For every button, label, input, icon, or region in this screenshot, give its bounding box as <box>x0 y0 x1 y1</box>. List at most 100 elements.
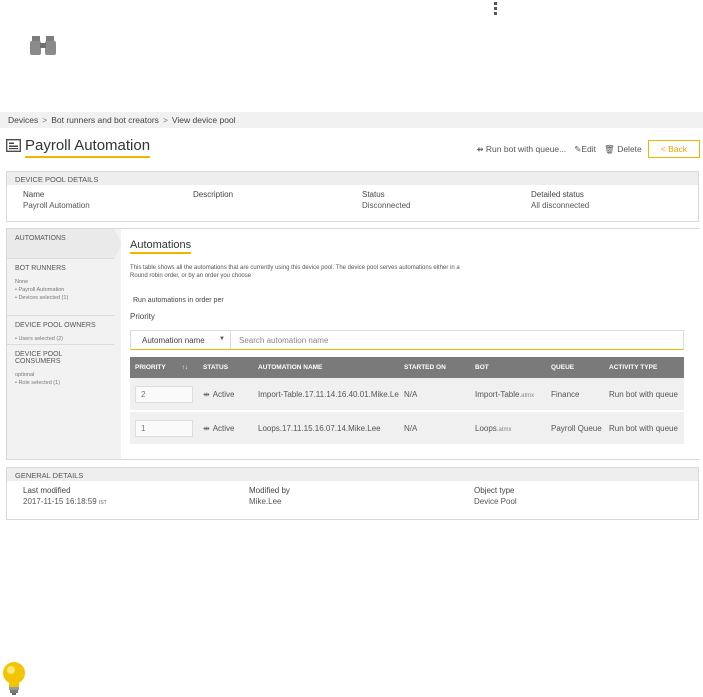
bot-extension: .atmx <box>496 426 512 433</box>
status-text: Active <box>212 423 235 433</box>
field-label: Name <box>23 190 45 199</box>
sidebar: AUTOMATIONS BOT RUNNERS None • Payroll A… <box>7 229 122 459</box>
device-pool-icon <box>6 139 21 152</box>
field-name: Name Payroll Automation <box>23 189 193 211</box>
filter-select-value: Automation name <box>142 335 205 345</box>
toolbar: ⇻ Run bot with queue... ✎Edit 🗑 Delete <… <box>468 140 700 158</box>
breadcrumb-separator: > <box>162 115 168 125</box>
run-bot-with-queue-button[interactable]: ⇻ Run bot with queue... <box>476 144 566 155</box>
breadcrumb-current: View device pool <box>171 115 236 125</box>
automation-name-cell: Import-Table.17.11.14.16.40.01.Mike.Lee <box>258 389 399 399</box>
delete-label: Delete <box>617 143 642 154</box>
breadcrumb-devices[interactable]: Devices <box>8 115 38 125</box>
started-on-cell: N/A <box>404 423 418 433</box>
field-value: Device Pool <box>474 497 517 506</box>
automation-name-cell: Loops.17.11.15.16.07.14.Mike.Lee <box>258 423 381 433</box>
queue-cell: Finance <box>551 389 580 399</box>
timezone-suffix: IST <box>98 500 107 506</box>
lightbulb-icon <box>3 662 25 695</box>
status-text: Active <box>212 389 235 399</box>
bot-cell: Import-Table.atmx <box>470 390 546 399</box>
sidebar-item-bot-runners[interactable]: BOT RUNNERS None • Payroll Automation • … <box>7 259 114 316</box>
field-detailed-status: Detailed status All disconnected <box>531 189 681 211</box>
delete-button[interactable]: 🗑 Delete <box>604 144 642 155</box>
bot-name: Loops <box>475 423 497 433</box>
column-header-status: STATUS <box>203 364 229 371</box>
run-order-label: Run automations in order per <box>133 297 224 304</box>
breadcrumb: Devices > Bot runners and bot creators > Vie… <box>0 112 703 128</box>
bot-name: Import-Table <box>475 389 520 399</box>
title-row: Payroll Automation ⇻ Run bot with queue.… <box>6 137 700 159</box>
edit-label: Edit <box>581 143 597 154</box>
search-input[interactable]: Search automation name <box>231 336 328 345</box>
field-label: Object type <box>474 486 515 495</box>
sidebar-sub-text: • Devices selected (1) <box>15 295 69 301</box>
run-arrow-icon: ⇻ <box>476 143 486 154</box>
field-status: Status Disconnected <box>362 189 531 211</box>
pool-config-section: AUTOMATIONS BOT RUNNERS None • Payroll A… <box>6 228 699 460</box>
field-value: All disconnected <box>531 201 590 210</box>
automations-heading: Automations <box>130 239 192 254</box>
field-label: Modified by <box>249 486 290 495</box>
breadcrumb-bot-runners[interactable]: Bot runners and bot creators <box>51 115 159 125</box>
breadcrumb-separator: > <box>42 115 48 125</box>
field-label: Last modified <box>23 486 71 495</box>
device-pool-details-panel: DEVICE POOL DETAILS Name Payroll Automati… <box>6 171 699 222</box>
activity-type-cell: Run bot with queue <box>609 423 678 433</box>
sidebar-item-automations[interactable]: AUTOMATIONS <box>7 229 122 259</box>
priority-input[interactable]: 2 <box>135 385 193 403</box>
automations-description: This table shows all the automations tha… <box>130 265 460 279</box>
device-pool-details-heading: DEVICE POOL DETAILS <box>7 172 698 185</box>
queue-cell: Payroll Queue <box>551 423 602 433</box>
field-value: Mike.Lee <box>249 497 282 506</box>
table-header: PRIORITY ↑↓ STATUS AUTOMATION NAME STARTE… <box>130 357 684 378</box>
automation-search-bar: Automation name ▼ Search automation name <box>130 330 684 350</box>
back-button[interactable]: < Back <box>647 140 700 158</box>
started-on-cell: N/A <box>404 389 418 399</box>
bot-extension: .atmx <box>519 392 535 399</box>
priority-cell: 1 <box>130 419 198 437</box>
automations-table: PRIORITY ↑↓ STATUS AUTOMATION NAME STARTE… <box>130 357 684 446</box>
sort-icon[interactable]: ↑↓ <box>182 365 188 371</box>
column-header-automation-name: AUTOMATION NAME <box>258 364 323 371</box>
sidebar-sub-text: optional <box>15 372 35 378</box>
field-description: Description <box>193 189 362 211</box>
edit-button[interactable]: ✎Edit <box>574 144 596 155</box>
sidebar-item-label: AUTOMATIONS <box>15 235 66 242</box>
sidebar-item-owners[interactable]: DEVICE POOL OWNERS • Users selected (2) <box>7 316 114 345</box>
binoculars-icon <box>30 36 56 55</box>
sidebar-sub-text: • Payroll Automation <box>15 287 65 293</box>
activity-type-cell: Run bot with queue <box>609 389 678 399</box>
field-value: 2017-11-15 16:18:59 <box>23 497 97 506</box>
table-row: 2 ⇻ Active Import-Table.17.11.14.16.40.01… <box>130 378 684 412</box>
filter-select[interactable]: Automation name ▼ <box>131 331 231 349</box>
run-arrow-icon: ⇻ <box>203 389 210 399</box>
column-header-queue: QUEUE <box>551 364 575 371</box>
priority-cell: 2 <box>130 385 198 403</box>
field-label: Description <box>193 190 234 199</box>
trash-icon: 🗑 <box>604 143 618 154</box>
column-header-activity-type: ACTIVITY TYPE <box>609 364 658 371</box>
table-row: 1 ⇻ Active Loops.17.11.15.16.07.14.Mike.L… <box>130 412 684 446</box>
field-object-type: Object type Device Pool <box>474 485 674 509</box>
sidebar-sub-text: • Users selected (2) <box>15 336 64 342</box>
column-header-priority[interactable]: PRIORITY ↑↓ <box>130 364 198 371</box>
sidebar-item-consumers[interactable]: DEVICE POOL CONSUMERS optional • Role se… <box>7 345 114 393</box>
field-label: Status <box>362 190 385 199</box>
field-modified-by: Modified by Mike.Lee <box>249 485 474 509</box>
column-header-started-on: STARTED ON <box>404 364 446 371</box>
priority-label: Priority <box>130 312 155 321</box>
sidebar-sub-text: None <box>15 279 29 285</box>
kebab-menu-icon[interactable] <box>494 2 498 18</box>
field-value: Payroll Automation <box>23 201 90 210</box>
field-last-modified: Last modified 2017-11-15 16:18:59 IST <box>23 485 249 509</box>
priority-input[interactable]: 1 <box>135 419 193 437</box>
sidebar-item-label: BOT RUNNERS <box>15 265 66 272</box>
automations-content: Automations This table shows all the aut… <box>121 229 699 459</box>
status-cell: ⇻ Active <box>198 424 253 433</box>
page-title: Payroll Automation <box>25 137 151 158</box>
column-label: PRIORITY <box>135 364 166 371</box>
status-cell: ⇻ Active <box>198 390 253 399</box>
run-bot-label: Run bot with queue... <box>485 143 567 154</box>
bot-cell: Loops.atmx <box>470 424 546 433</box>
